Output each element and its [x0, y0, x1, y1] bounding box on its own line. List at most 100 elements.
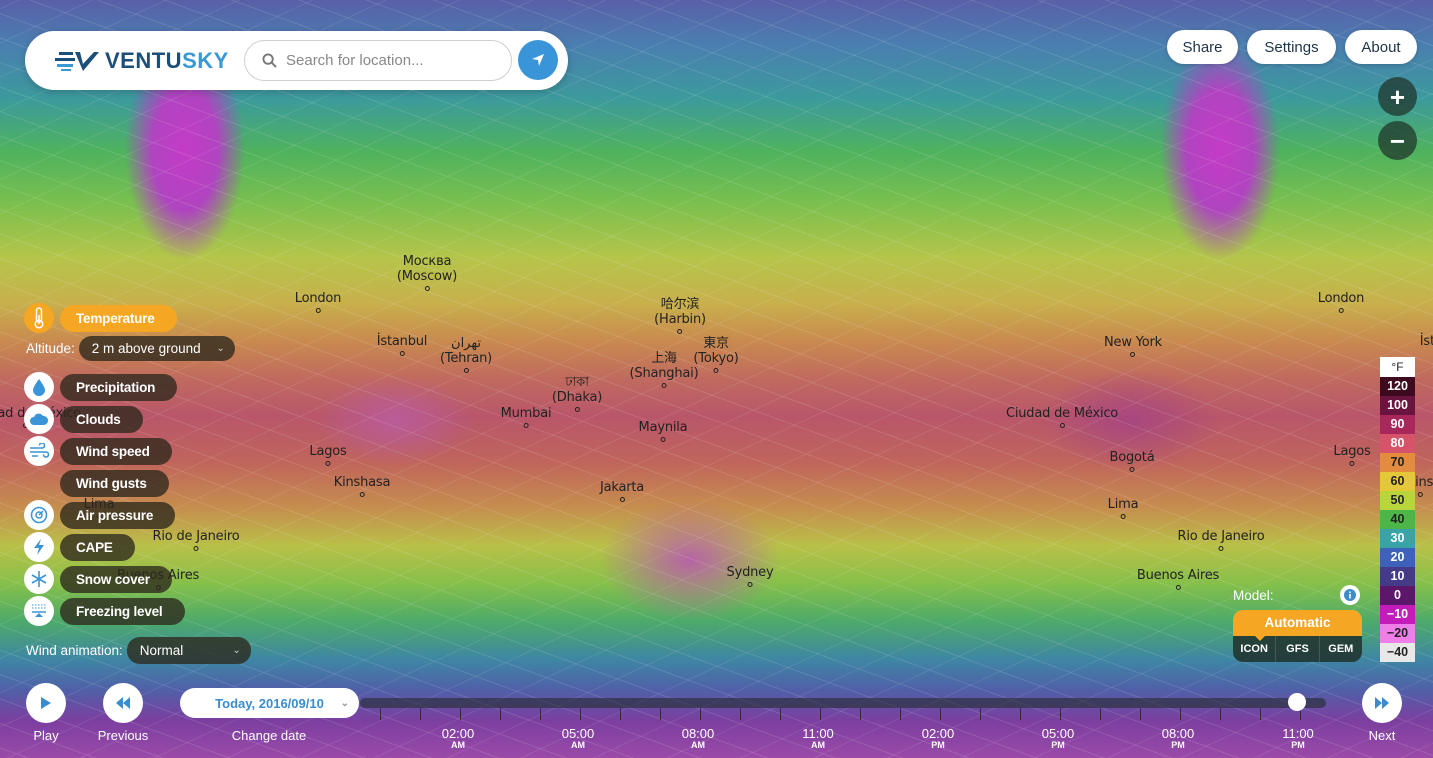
city-marker: [661, 383, 667, 388]
city-name: Lima: [1107, 497, 1139, 512]
timeline-time: 08:00: [681, 726, 715, 741]
search-box[interactable]: [244, 40, 512, 81]
temperature-legend: °F 120 100 90 80 70 60 50 40 30 20 10 0 −10 −20 −40: [1380, 357, 1415, 662]
city-name: Москва: [402, 254, 452, 269]
search-input[interactable]: [286, 52, 486, 69]
layer-snow-cover[interactable]: Snow cover: [24, 564, 172, 594]
city-marker: [463, 368, 469, 373]
thermometer-icon: [24, 303, 54, 333]
city-name: London: [1317, 291, 1365, 306]
legend-entry: 10: [1380, 567, 1415, 586]
layer-wind-gusts[interactable]: Wind gusts: [24, 468, 169, 498]
city-name: ঢাকা: [565, 375, 589, 390]
ventusky-logo[interactable]: VENTUSKY: [55, 48, 229, 74]
city-name: Buenos Aires: [1136, 568, 1220, 583]
timeline-tick: [1020, 708, 1021, 720]
city-marker: [1338, 308, 1344, 313]
city-marker: [713, 368, 719, 373]
date-value: Today, 2016/09/10: [215, 695, 324, 711]
timeline-handle[interactable]: [1287, 693, 1306, 711]
zoom-in-button[interactable]: +: [1378, 77, 1417, 116]
city-label: İstanbul: [377, 334, 427, 356]
next-button[interactable]: [1362, 683, 1402, 723]
timeline-time: 11:00: [802, 726, 834, 741]
layer-label[interactable]: CAPE: [60, 533, 135, 561]
city-name: New York: [1104, 335, 1162, 350]
layer-label[interactable]: Temperature: [60, 304, 177, 332]
city-name: İstanbul: [376, 334, 428, 349]
timeline-label[interactable]: 08:00 AM: [682, 727, 715, 751]
layer-label[interactable]: Wind gusts: [60, 469, 169, 497]
legend-entry: 120: [1380, 377, 1415, 396]
timeline-tick: [1060, 708, 1061, 720]
timeline-tick: [460, 708, 461, 720]
layer-precipitation[interactable]: Precipitation: [24, 372, 178, 402]
legend-entry: 60: [1380, 472, 1415, 491]
wind-animation-row: Wind animation: Normal ⌄: [26, 637, 251, 664]
timeline-ampm: PM: [1291, 740, 1305, 750]
city-marker: [523, 423, 529, 428]
timeline-time: 02:00: [441, 726, 475, 741]
legend-entry: 40: [1380, 510, 1415, 529]
layer-wind-speed[interactable]: Wind speed: [24, 436, 172, 466]
timeline-tick: [980, 708, 981, 720]
city-name: Sydney: [726, 565, 774, 580]
info-icon[interactable]: [1340, 585, 1360, 605]
model-option-gem[interactable]: GEM: [1318, 636, 1362, 662]
logo-text-sky: SKY: [182, 48, 229, 73]
timeline-track[interactable]: [360, 698, 1326, 708]
play-button[interactable]: [26, 683, 66, 723]
legend-entry: 20: [1380, 548, 1415, 567]
timeline-tick: [940, 708, 941, 720]
share-button[interactable]: Share: [1167, 30, 1238, 64]
timeline-tick: [380, 708, 381, 720]
model-option-gfs[interactable]: GFS: [1275, 636, 1318, 662]
timeline-tick: [1140, 708, 1141, 720]
timeline-time: 05:00: [1041, 726, 1075, 741]
timeline-tick: [860, 708, 861, 720]
layer-temperature[interactable]: Temperature: [24, 303, 177, 333]
timeline-label[interactable]: 05:00 PM: [1042, 727, 1075, 751]
about-button[interactable]: About: [1345, 30, 1417, 64]
timeline-ampm: PM: [1171, 740, 1185, 750]
freezing-level-icon: [24, 596, 54, 626]
timeline-label[interactable]: 11:00 PM: [1282, 727, 1314, 751]
layer-label[interactable]: Snow cover: [60, 565, 172, 593]
locate-me-button[interactable]: [518, 40, 558, 80]
model-automatic-button[interactable]: Automatic: [1233, 610, 1362, 641]
city-label: Buenos Aires: [1137, 568, 1219, 590]
wind-icon: [24, 436, 54, 466]
city-name: Bogotá: [1109, 450, 1155, 465]
zoom-out-button[interactable]: −: [1378, 121, 1417, 160]
city-marker: [747, 582, 753, 587]
layer-label[interactable]: Air pressure: [60, 501, 176, 529]
layer-clouds[interactable]: Clouds: [24, 404, 143, 434]
cloud-icon: [24, 404, 54, 434]
timeline-label[interactable]: 02:00 AM: [442, 727, 475, 751]
wind-animation-select[interactable]: Normal ⌄: [126, 637, 251, 664]
legend-entry: −10: [1380, 605, 1415, 624]
chevron-down-icon: ⌄: [216, 343, 225, 354]
city-name: İstanbul: [1419, 334, 1433, 349]
layer-label[interactable]: Clouds: [60, 405, 143, 433]
timeline-tick: [580, 708, 581, 720]
settings-button[interactable]: Settings: [1247, 30, 1336, 64]
layer-label[interactable]: Precipitation: [60, 373, 178, 401]
timeline-label[interactable]: 11:00 AM: [802, 727, 834, 751]
layer-air-pressure[interactable]: Air pressure: [24, 500, 176, 530]
timeline-label[interactable]: 08:00 PM: [1162, 727, 1195, 751]
timeline-tick: [900, 708, 901, 720]
layer-label[interactable]: Wind speed: [60, 437, 172, 465]
layer-freezing-level[interactable]: Freezing level: [24, 596, 185, 626]
timeline-label[interactable]: 05:00 AM: [562, 727, 595, 751]
altitude-select[interactable]: 2 m above ground ⌄: [78, 336, 235, 361]
change-date-button[interactable]: Today, 2016/09/10 ⌄: [180, 688, 359, 718]
city-label: Sydney: [727, 565, 774, 587]
timeline-label[interactable]: 02:00 PM: [922, 727, 955, 751]
layer-cape[interactable]: CAPE: [24, 532, 135, 562]
previous-button[interactable]: [103, 683, 143, 723]
layer-label[interactable]: Freezing level: [60, 597, 185, 625]
city-label: Kinshasa: [334, 475, 390, 497]
logo-mark-icon: [55, 52, 99, 71]
timeline-ampm: AM: [450, 740, 465, 750]
